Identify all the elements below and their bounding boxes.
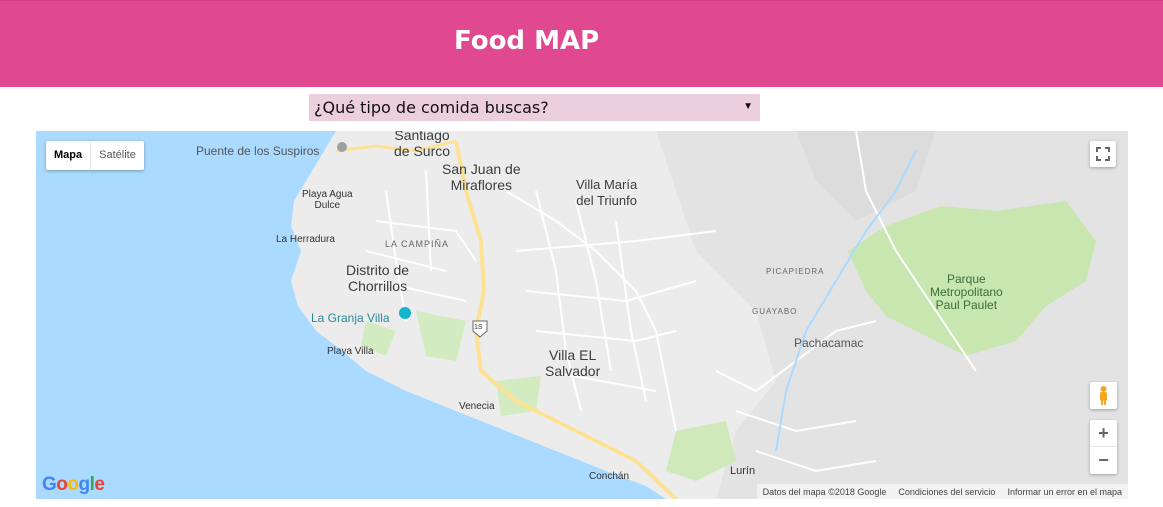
google-logo[interactable]: Google (42, 474, 105, 496)
header-bar: Food MAP (0, 0, 1163, 87)
place-label: Puente de los Suspiros (196, 144, 320, 158)
place-label: Conchán (589, 471, 630, 482)
zoom-control: + − (1090, 420, 1117, 474)
place-label: La Granja Villa (311, 311, 390, 325)
place-label: San Juan de Miraflores (442, 161, 521, 193)
place-label: La Herradura (276, 234, 335, 245)
pegman-icon (1100, 386, 1107, 405)
place-label: Villa EL Salvador (545, 347, 601, 379)
place-label: Villa María del Triunfo (576, 177, 638, 208)
place-label: Distrito de Chorrillos (346, 262, 410, 294)
page-title: Food MAP (454, 26, 600, 56)
place-label: GUAYABO (752, 307, 798, 316)
report-error-link[interactable]: Informar un error en el mapa (1001, 487, 1128, 497)
map-type-satellite-button[interactable]: Satélite (91, 141, 144, 170)
terms-link[interactable]: Condiciones del servicio (892, 487, 1001, 497)
food-type-select-value: ¿Qué tipo de comida buscas? (314, 98, 549, 117)
map-data-attribution: Datos del mapa ©2018 Google (762, 486, 887, 497)
fullscreen-button[interactable] (1090, 141, 1116, 167)
poi-marker-icon (337, 142, 347, 152)
food-type-select[interactable]: ¿Qué tipo de comida buscas? ▼ (309, 94, 760, 121)
street-view-button[interactable] (1090, 382, 1117, 409)
zoom-in-button[interactable]: + (1090, 420, 1117, 447)
place-label: Santiago de Surco (394, 131, 451, 159)
place-label: Pachacamac (794, 336, 864, 350)
map-attribution-bar: Datos del mapa ©2018 Google Condiciones … (756, 484, 1128, 499)
place-label: LA CAMPIÑA (385, 239, 450, 249)
place-label: Playa Agua Dulce (302, 189, 353, 211)
map-type-control: Mapa Satélite (46, 141, 144, 170)
fullscreen-icon (1096, 147, 1110, 161)
map-type-map-button[interactable]: Mapa (46, 141, 92, 170)
chevron-down-icon: ▼ (743, 101, 753, 112)
map-view[interactable]: Santiago de Surco Puente de los Suspiros … (36, 131, 1128, 499)
place-label: Parque Metropolitano Paul Paulet (930, 272, 1003, 312)
place-label: Playa Villa (327, 346, 374, 357)
poi-marker-icon (399, 307, 411, 319)
place-label: Lurín (730, 465, 756, 477)
highway-label: 1S (474, 324, 483, 331)
place-label: Venecia (459, 401, 495, 412)
place-label: PICAPIEDRA (766, 267, 825, 276)
zoom-out-button[interactable]: − (1090, 447, 1117, 474)
